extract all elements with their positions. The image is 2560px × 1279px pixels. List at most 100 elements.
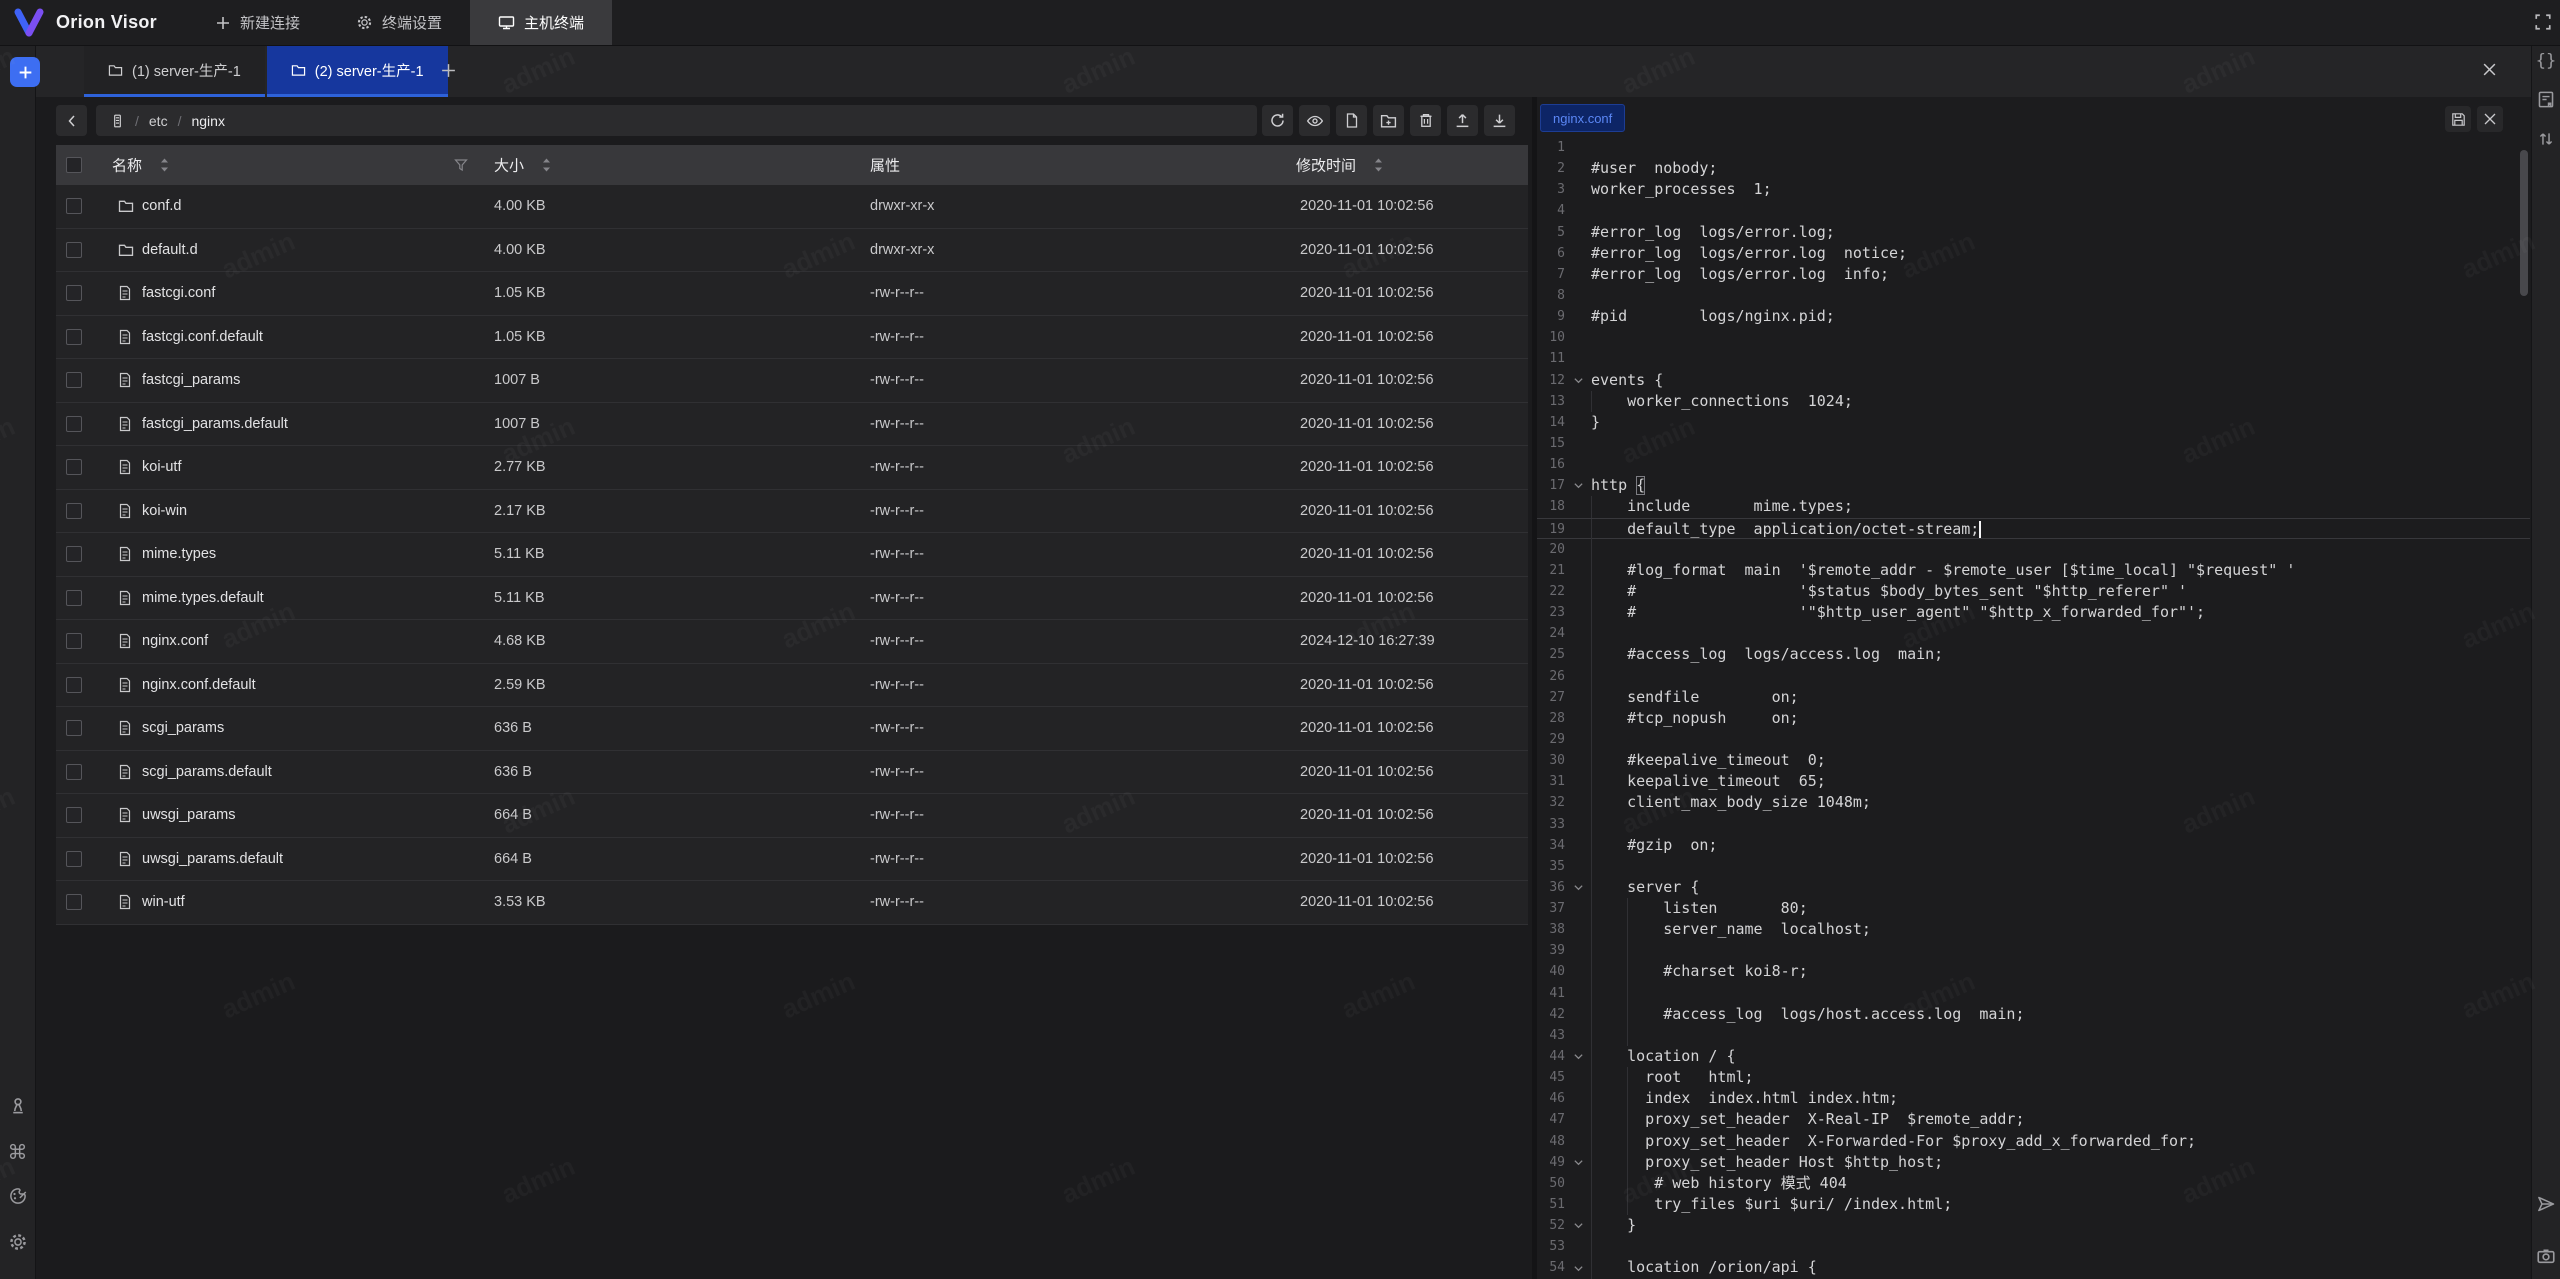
column-name[interactable]: 名称 [112,155,142,176]
menu-item-terminal-settings[interactable]: 终端设置 [328,0,470,45]
file-name[interactable]: koi-utf [142,459,182,475]
code-line[interactable]: 49 proxy_set_header Host $http_host; [1537,1152,2530,1173]
table-row[interactable]: koi-utf2.77 KB-rw-r--r--2020-11-01 10:02… [56,446,1528,490]
row-checkbox[interactable] [66,633,82,649]
row-checkbox[interactable] [66,198,82,214]
file-name[interactable]: fastcgi_params.default [142,416,288,432]
code-line[interactable]: 46 index index.html index.htm; [1537,1088,2530,1109]
row-checkbox[interactable] [66,720,82,736]
code-line[interactable]: 40 #charset koi8-r; [1537,961,2530,982]
fold-chevron-icon[interactable] [1570,1152,1586,1173]
fold-chevron-icon[interactable] [1570,1257,1586,1278]
column-attr[interactable]: 属性 [870,155,900,176]
file-name[interactable]: fastcgi_params [142,372,240,388]
palette-icon[interactable] [8,1186,28,1206]
code-line[interactable]: 7#error_log logs/error.log info; [1537,264,2530,285]
row-checkbox[interactable] [66,677,82,693]
code-line[interactable]: 20 [1537,539,2530,560]
preview-eye-icon[interactable] [1299,105,1330,136]
code-line[interactable]: 15 [1537,433,2530,454]
close-panel-icon[interactable] [2476,56,2502,82]
menu-item-host-terminal[interactable]: 主机终端 [470,0,612,45]
file-name[interactable]: fastcgi.conf [142,285,215,301]
code-line[interactable]: 34 #gzip on; [1537,835,2530,856]
code-line[interactable]: 1 [1537,137,2530,158]
file-name[interactable]: fastcgi.conf.default [142,329,263,345]
code-line[interactable]: 43 [1537,1025,2530,1046]
new-tab-icon[interactable] [440,62,457,79]
fold-chevron-icon[interactable] [1570,370,1586,391]
code-line[interactable]: 19 default_type application/octet-stream… [1537,518,2530,539]
file-name[interactable]: uwsgi_params.default [142,851,283,867]
fold-chevron-icon[interactable] [1570,475,1586,496]
code-line[interactable]: 26 [1537,666,2530,687]
file-name[interactable]: uwsgi_params [142,807,236,823]
doc-bookmark-icon[interactable] [2537,90,2556,109]
select-all-checkbox[interactable] [66,157,82,173]
code-line[interactable]: 10 [1537,327,2530,348]
row-checkbox[interactable] [66,807,82,823]
row-checkbox[interactable] [66,764,82,780]
row-checkbox[interactable] [66,285,82,301]
file-name[interactable]: scgi_params [142,720,224,736]
code-line[interactable]: 27 sendfile on; [1537,687,2530,708]
code-line[interactable]: 16 [1537,454,2530,475]
row-checkbox[interactable] [66,329,82,345]
download-icon[interactable] [1484,105,1515,136]
code-line[interactable]: 51 try_files $uri $uri/ /index.html; [1537,1194,2530,1215]
code-line[interactable]: 52 } [1537,1215,2530,1236]
table-row[interactable]: nginx.conf4.68 KB-rw-r--r--2024-12-10 16… [56,620,1528,664]
code-line[interactable]: 3worker_processes 1; [1537,179,2530,200]
table-row[interactable]: mime.types5.11 KB-rw-r--r--2020-11-01 10… [56,533,1528,577]
close-editor-icon[interactable] [2477,106,2503,132]
file-name[interactable]: win-utf [142,894,185,910]
sort-mtime-icon[interactable] [1374,158,1383,173]
new-file-icon[interactable] [1336,105,1367,136]
code-line[interactable]: 2#user nobody; [1537,158,2530,179]
fold-chevron-icon[interactable] [1570,1046,1586,1067]
file-name[interactable]: koi-win [142,503,187,519]
row-checkbox[interactable] [66,851,82,867]
file-name[interactable]: nginx.conf.default [142,677,256,693]
code-line[interactable]: 48 proxy_set_header X-Forwarded-For $pro… [1537,1131,2530,1152]
code-line[interactable]: 12events { [1537,370,2530,391]
column-mtime[interactable]: 修改时间 [1296,155,1356,176]
fold-chevron-icon[interactable] [1570,1215,1586,1236]
table-row[interactable]: nginx.conf.default2.59 KB-rw-r--r--2020-… [56,664,1528,708]
breadcrumb-nginx[interactable]: nginx [191,113,224,129]
code-line[interactable]: 54 location /orion/api { [1537,1257,2530,1278]
table-row[interactable]: fastcgi.conf1.05 KB-rw-r--r--2020-11-01 … [56,272,1528,316]
code-line[interactable]: 47 proxy_set_header X-Real-IP $remote_ad… [1537,1109,2530,1130]
code-line[interactable]: 53 [1537,1236,2530,1257]
sort-name-icon[interactable] [160,158,169,173]
code-line[interactable]: 37 listen 80; [1537,898,2530,919]
code-line[interactable]: 44 location / { [1537,1046,2530,1067]
back-button[interactable] [56,105,87,136]
file-name[interactable]: nginx.conf [142,633,208,649]
code-line[interactable]: 8 [1537,285,2530,306]
code-line[interactable]: 13 worker_connections 1024; [1537,391,2530,412]
fold-chevron-icon[interactable] [1570,877,1586,898]
code-line[interactable]: 18 include mime.types; [1537,496,2530,517]
file-name[interactable]: scgi_params.default [142,764,272,780]
filter-icon[interactable] [454,158,468,172]
file-name[interactable]: conf.d [142,198,182,214]
code-line[interactable]: 29 [1537,729,2530,750]
code-line[interactable]: 5#error_log logs/error.log; [1537,222,2530,243]
row-checkbox[interactable] [66,242,82,258]
transfer-updown-icon[interactable] [2537,130,2555,148]
new-connection-button[interactable] [10,57,40,87]
row-checkbox[interactable] [66,894,82,910]
delete-trash-icon[interactable] [1410,105,1441,136]
code-line[interactable]: 22 # '$status $body_bytes_sent "$http_re… [1537,581,2530,602]
row-checkbox[interactable] [66,590,82,606]
file-name[interactable]: mime.types.default [142,590,264,606]
sort-size-icon[interactable] [542,158,551,173]
table-row[interactable]: fastcgi_params1007 B-rw-r--r--2020-11-01… [56,359,1528,403]
table-row[interactable]: koi-win2.17 KB-rw-r--r--2020-11-01 10:02… [56,490,1528,534]
new-folder-icon[interactable] [1373,105,1404,136]
code-line[interactable]: 36 server { [1537,877,2530,898]
row-checkbox[interactable] [66,416,82,432]
code-area[interactable]: 12#user nobody;3worker_processes 1;45#er… [1537,137,2530,1279]
code-line[interactable]: 39 [1537,940,2530,961]
